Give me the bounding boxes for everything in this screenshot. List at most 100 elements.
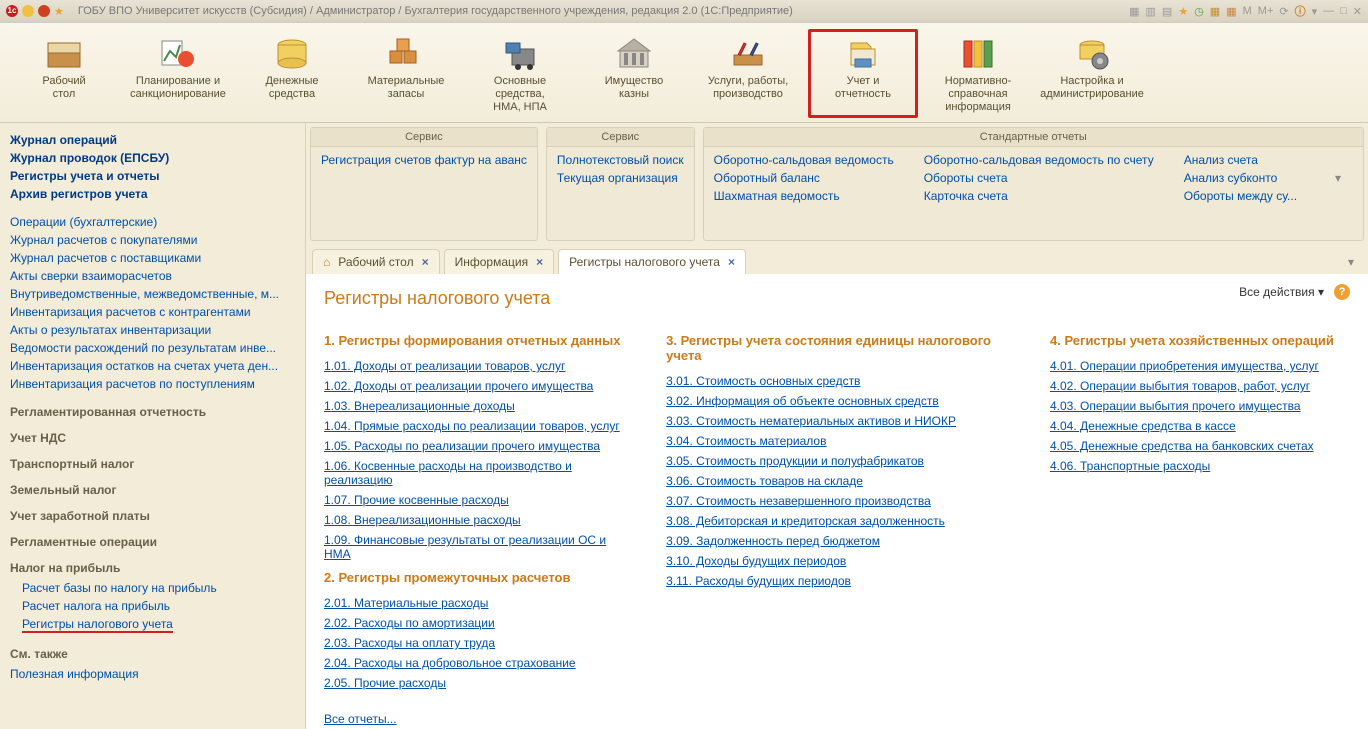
tabs-menu-icon[interactable]: ▾ xyxy=(1340,255,1362,269)
report-link[interactable]: 4.02. Операции выбытия товаров, работ, у… xyxy=(1050,376,1350,396)
sidebar-header[interactable]: Учет НДС xyxy=(10,431,295,445)
report-link[interactable]: 3.04. Стоимость материалов xyxy=(666,431,1010,451)
toolbar-item[interactable]: Рабочийстол xyxy=(10,29,118,118)
report-link[interactable]: 1.08. Внереализационные расходы xyxy=(324,510,626,530)
m-icon[interactable]: M xyxy=(1243,5,1252,17)
toolbar-item[interactable]: Услуги, работы,производство xyxy=(694,29,802,118)
sidebar-link[interactable]: Инвентаризация расчетов по поступлениям xyxy=(10,375,295,393)
report-link[interactable]: 4.06. Транспортные расходы xyxy=(1050,456,1350,476)
sidebar-link[interactable]: Расчет налога на прибыль xyxy=(10,597,295,615)
service-link[interactable]: Анализ счета xyxy=(1184,151,1297,169)
toolbar-item[interactable]: Материальныезапасы xyxy=(352,29,460,118)
sidebar-link[interactable]: Журнал расчетов с поставщиками xyxy=(10,249,295,267)
report-link[interactable]: 2.03. Расходы на оплату труда xyxy=(324,633,626,653)
sidebar-link[interactable]: Регистры учета и отчеты xyxy=(10,167,295,185)
sidebar-link[interactable]: Операции (бухгалтерские) xyxy=(10,213,295,231)
report-link[interactable]: 3.01. Стоимость основных средств xyxy=(666,371,1010,391)
help-icon[interactable]: ? xyxy=(1334,284,1350,300)
tab[interactable]: Регистры налогового учета× xyxy=(558,249,746,274)
sidebar-link[interactable]: Инвентаризация расчетов с контрагентами xyxy=(10,303,295,321)
help-icon[interactable]: ⓘ xyxy=(1295,3,1306,19)
service-link[interactable]: Оборотный баланс xyxy=(714,169,894,187)
toolbar-item[interactable]: Нормативно-справочнаяинформация xyxy=(924,29,1032,118)
sidebar-link[interactable]: Журнал операций xyxy=(10,131,295,149)
report-link[interactable]: 1.06. Косвенные расходы на производство … xyxy=(324,456,626,490)
service-link[interactable]: Полнотекстовый поиск xyxy=(557,151,684,169)
tab-close-icon[interactable]: × xyxy=(422,255,429,269)
service-link[interactable]: Обороты между су... xyxy=(1184,187,1297,205)
report-link[interactable]: 1.03. Внереализационные доходы xyxy=(324,396,626,416)
report-link[interactable]: 1.02. Доходы от реализации прочего имуще… xyxy=(324,376,626,396)
report-link[interactable]: 2.04. Расходы на добровольное страховани… xyxy=(324,653,626,673)
drop-icon[interactable]: ▾ xyxy=(1312,5,1318,18)
sidebar-header[interactable]: Земельный налог xyxy=(10,483,295,497)
report-link[interactable]: 3.03. Стоимость нематериальных активов и… xyxy=(666,411,1010,431)
sidebar-link[interactable]: Журнал расчетов с покупателями xyxy=(10,231,295,249)
toolbar-item[interactable]: Основные средства,НМА, НПА xyxy=(466,29,574,118)
sidebar-header[interactable]: Регламентированная отчетность xyxy=(10,405,295,419)
sidebar-header[interactable]: Налог на прибыль xyxy=(10,561,295,575)
service-link[interactable]: Оборотно-сальдовая ведомость xyxy=(714,151,894,169)
sidebar-link[interactable]: Полезная информация xyxy=(10,665,295,683)
report-link[interactable]: 1.05. Расходы по реализации прочего имущ… xyxy=(324,436,626,456)
maximize-icon[interactable]: □ xyxy=(1340,5,1347,17)
toolbar-item[interactable]: Учет иотчетность xyxy=(808,29,918,118)
tool-icon[interactable]: ▦ xyxy=(1129,5,1139,18)
service-link[interactable]: Текущая организация xyxy=(557,169,684,187)
report-link[interactable]: 2.05. Прочие расходы xyxy=(324,673,626,693)
sidebar-link[interactable]: Внутриведомственные, межведомственные, м… xyxy=(10,285,295,303)
history-icon[interactable]: ◷ xyxy=(1194,5,1204,18)
nav-back-icon[interactable] xyxy=(22,5,34,17)
close-icon[interactable]: ✕ xyxy=(1353,5,1362,18)
sidebar-header[interactable]: Учет заработной платы xyxy=(10,509,295,523)
favorite-icon[interactable]: ★ xyxy=(54,5,64,18)
service-link[interactable]: Шахматная ведомость xyxy=(714,187,894,205)
tool-icon[interactable]: ▤ xyxy=(1162,5,1172,18)
sidebar-link[interactable]: Акты о результатах инвентаризации xyxy=(10,321,295,339)
report-link[interactable]: 3.10. Доходы будущих периодов xyxy=(666,551,1010,571)
toolbar-item[interactable]: Имуществоказны xyxy=(580,29,688,118)
star-icon[interactable]: ★ xyxy=(1178,5,1188,18)
service-link[interactable]: Оборотно-сальдовая ведомость по счету xyxy=(924,151,1154,169)
nav-fwd-icon[interactable] xyxy=(38,5,50,17)
report-link[interactable]: 1.01. Доходы от реализации товаров, услу… xyxy=(324,356,626,376)
sidebar-link[interactable]: Акты сверки взаиморасчетов xyxy=(10,267,295,285)
sidebar-link[interactable]: Расчет базы по налогу на прибыль xyxy=(10,579,295,597)
report-link[interactable]: 4.01. Операции приобретения имущества, у… xyxy=(1050,356,1350,376)
service-link[interactable]: Анализ субконто xyxy=(1184,169,1297,187)
report-link[interactable]: 2.02. Расходы по амортизации xyxy=(324,613,626,633)
report-link[interactable]: 3.11. Расходы будущих периодов xyxy=(666,571,1010,591)
sidebar-header[interactable]: См. также xyxy=(10,647,295,661)
report-link[interactable]: 3.05. Стоимость продукции и полуфабрикат… xyxy=(666,451,1010,471)
tab[interactable]: Информация× xyxy=(444,249,555,274)
report-link[interactable]: 3.09. Задолженность перед бюджетом xyxy=(666,531,1010,551)
calc-icon[interactable]: ▦ xyxy=(1210,5,1220,18)
report-link[interactable]: 3.06. Стоимость товаров на складе xyxy=(666,471,1010,491)
sidebar-link[interactable]: Журнал проводок (ЕПСБУ) xyxy=(10,149,295,167)
toolbar-item[interactable]: Денежныесредства xyxy=(238,29,346,118)
sidebar-link[interactable]: Ведомости расхождений по результатам инв… xyxy=(10,339,295,357)
all-reports-link[interactable]: Все отчеты... xyxy=(324,709,626,729)
sidebar-link[interactable]: Архив регистров учета xyxy=(10,185,295,203)
tab-close-icon[interactable]: × xyxy=(728,255,735,269)
calendar-icon[interactable]: ▦ xyxy=(1226,5,1236,18)
report-link[interactable]: 4.05. Денежные средства на банковских сч… xyxy=(1050,436,1350,456)
sidebar-header[interactable]: Регламентные операции xyxy=(10,535,295,549)
toolbar-item[interactable]: Планирование исанкционирование xyxy=(124,29,232,118)
service-link[interactable]: Карточка счета xyxy=(924,187,1154,205)
sidebar-header[interactable]: Транспортный налог xyxy=(10,457,295,471)
sidebar-link-active[interactable]: Регистры налогового учета xyxy=(10,615,295,635)
toolbar-item[interactable]: Настройка иадминистрирование xyxy=(1038,29,1146,118)
service-link[interactable]: Обороты счета xyxy=(924,169,1154,187)
service-dropdown-icon[interactable]: ▾ xyxy=(1327,151,1349,205)
tool-icon[interactable]: ▥ xyxy=(1146,5,1156,18)
report-link[interactable]: 2.01. Материальные расходы xyxy=(324,593,626,613)
report-link[interactable]: 1.09. Финансовые результаты от реализаци… xyxy=(324,530,626,564)
report-link[interactable]: 4.03. Операции выбытия прочего имущества xyxy=(1050,396,1350,416)
tab-close-icon[interactable]: × xyxy=(536,255,543,269)
service-link[interactable]: Регистрация счетов фактур на аванс xyxy=(321,151,527,169)
m-ref-icon[interactable]: ⟳ xyxy=(1279,5,1288,18)
report-link[interactable]: 3.02. Информация об объекте основных сре… xyxy=(666,391,1010,411)
all-actions-button[interactable]: Все действия ▾ xyxy=(1239,285,1324,299)
tab[interactable]: ⌂Рабочий стол× xyxy=(312,249,440,274)
